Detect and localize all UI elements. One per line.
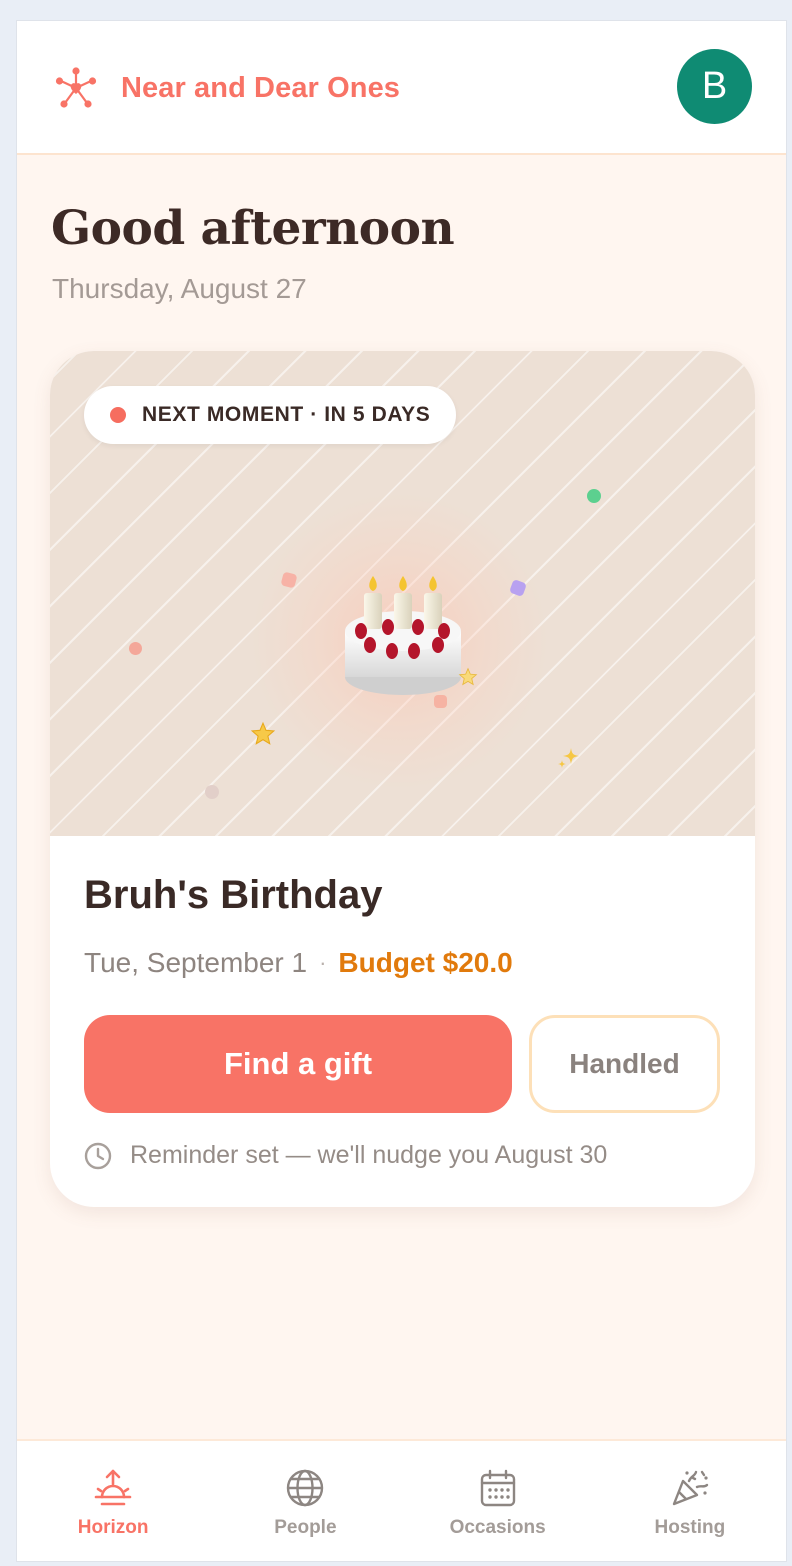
clock-icon [84, 1142, 112, 1169]
current-date: Thursday, August 27 [52, 273, 307, 304]
avatar[interactable]: B [677, 49, 752, 124]
nav-item-hosting[interactable]: Hosting [605, 1463, 775, 1539]
bottom-nav: Horizon People Occasions Hosting [17, 1439, 786, 1561]
status-dot [110, 407, 126, 423]
moment-title: Bruh's Birthday [84, 873, 383, 917]
globe-icon [287, 1469, 324, 1507]
nav-label-people: People [274, 1517, 337, 1538]
nav-label-horizon: Horizon [77, 1517, 149, 1538]
app-frame: Near and Dear Ones B Good afternoon Thur… [16, 20, 787, 1562]
birthday-cake-icon [345, 576, 461, 695]
meta-separator: · [319, 950, 327, 975]
moment-meta: Tue, September 1 · Budget $20.0 [84, 947, 513, 979]
calendar-icon [480, 1469, 515, 1507]
next-moment-card[interactable]: NEXT MOMENT · IN 5 DAYS Bruh's Birthday … [50, 351, 755, 1207]
star-icon [458, 667, 478, 686]
network-heart-icon [55, 67, 97, 108]
confetti-dot [280, 571, 298, 589]
confetti-dot [587, 489, 601, 503]
greeting-title: Good afternoon [51, 201, 455, 256]
next-moment-badge: NEXT MOMENT · IN 5 DAYS [84, 386, 457, 444]
app-header: Near and Dear Ones B [17, 21, 786, 155]
confetti-dot [129, 642, 142, 655]
nav-label-occasions: Occasions [449, 1517, 546, 1538]
nav-label-hosting: Hosting [654, 1517, 726, 1538]
find-gift-button[interactable]: Find a gift [84, 1015, 512, 1113]
brand[interactable]: Near and Dear Ones [53, 65, 400, 111]
nav-item-people[interactable]: People [220, 1463, 390, 1539]
moment-date: Tue, September 1 [84, 947, 308, 978]
reminder-note: Reminder set — we'll nudge you August 30 [84, 1141, 607, 1170]
app-name: Near and Dear Ones [121, 71, 401, 104]
moment-budget: Budget $20.0 [338, 947, 513, 978]
party-popper-icon [672, 1470, 709, 1506]
sunrise-icon [94, 1469, 132, 1506]
reminder-text: Reminder set — we'll nudge you August 30 [130, 1141, 608, 1169]
next-moment-badge-label: NEXT MOMENT · IN 5 DAYS [142, 403, 431, 426]
sparkles-icon [558, 748, 579, 768]
confetti-dot [205, 785, 219, 799]
moment-hero: NEXT MOMENT · IN 5 DAYS [50, 351, 755, 836]
nav-item-occasions[interactable]: Occasions [413, 1463, 583, 1539]
nav-item-horizon[interactable]: Horizon [28, 1463, 198, 1539]
confetti-dot [509, 579, 527, 597]
star-icon [250, 721, 276, 745]
handled-button[interactable]: Handled [529, 1015, 720, 1113]
